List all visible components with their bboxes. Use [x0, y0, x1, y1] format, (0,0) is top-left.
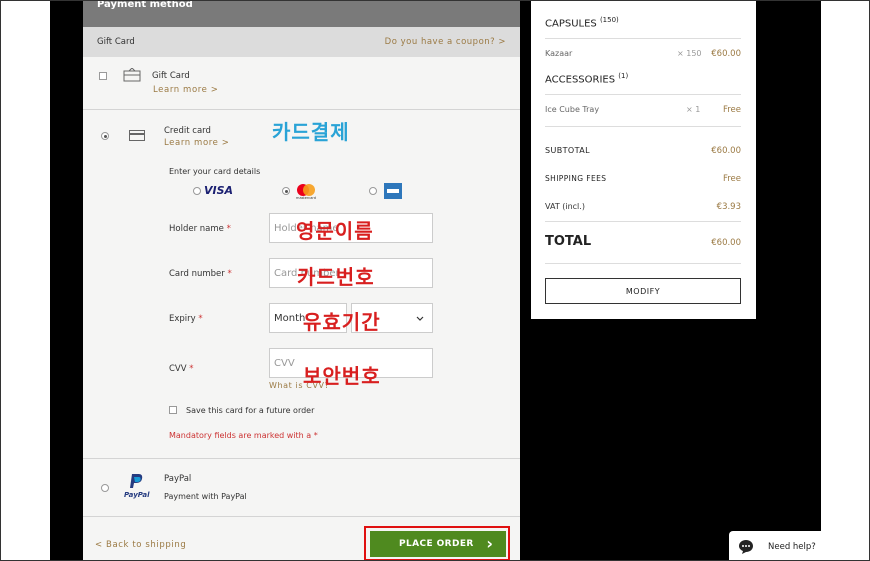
- payment-method-title: Payment method: [83, 1, 520, 27]
- divider: [545, 126, 741, 127]
- accessory-item-name: Ice Cube Tray: [545, 105, 600, 114]
- divider: [545, 221, 741, 222]
- vat-value: €3.93: [716, 202, 741, 212]
- card-number-label: Card number *: [169, 269, 232, 279]
- annotation-card-number: 카드번호: [297, 265, 375, 289]
- gift-card-learn-more[interactable]: Learn more >: [153, 85, 219, 95]
- gift-card-header: Gift Card Do you have a coupon? >: [83, 27, 520, 57]
- mandatory-note: Mandatory fields are marked with a *: [169, 431, 318, 440]
- mastercard-logo: mastercard: [296, 184, 316, 200]
- capsule-item-price: €60.00: [711, 49, 741, 59]
- card-details-heading: Enter your card details: [169, 167, 261, 176]
- coupon-link[interactable]: Do you have a coupon? >: [385, 37, 506, 47]
- visa-logo: VISA: [204, 184, 234, 197]
- chat-bubble-icon: [739, 540, 753, 554]
- annotation-english-name: 영문이름: [296, 219, 374, 243]
- divider: [83, 458, 520, 459]
- divider: [83, 516, 520, 517]
- place-order-highlight: [364, 526, 510, 560]
- capsule-item-name: Kazaar: [545, 49, 573, 58]
- modify-button[interactable]: MODIFY: [545, 278, 741, 304]
- paypal-radio[interactable]: [101, 484, 109, 492]
- amex-radio[interactable]: [369, 187, 377, 195]
- vat-label: VAT (incl.): [545, 202, 585, 211]
- shipping-value: Free: [722, 174, 741, 184]
- accessory-item-price: Free: [722, 105, 741, 115]
- visa-radio[interactable]: [193, 187, 201, 195]
- credit-card-label: Credit card: [164, 126, 211, 136]
- save-card-checkbox[interactable]: [169, 406, 177, 414]
- subtotal-label: SUBTOTAL: [545, 146, 591, 155]
- annotation-expiry: 유효기간: [303, 310, 381, 334]
- back-to-shipping-link[interactable]: < Back to shipping: [95, 540, 186, 550]
- holder-name-label: Holder name *: [169, 224, 231, 234]
- need-help-widget[interactable]: Need help?: [729, 531, 821, 560]
- credit-card-learn-more[interactable]: Learn more >: [164, 138, 230, 148]
- divider: [545, 94, 741, 95]
- paypal-sublabel: Payment with PayPal: [164, 492, 247, 501]
- expiry-label: Expiry *: [169, 314, 203, 324]
- paypal-label: PayPal: [164, 474, 192, 484]
- mastercard-logo-text: mastercard: [296, 196, 316, 200]
- gift-card-header-label: Gift Card: [97, 37, 135, 47]
- total-value: €60.00: [711, 238, 741, 248]
- chevron-down-icon: [416, 316, 424, 321]
- annotation-card-payment: 카드결제: [272, 120, 350, 144]
- gift-card-icon: [123, 68, 141, 82]
- divider: [83, 109, 520, 110]
- mastercard-radio[interactable]: [282, 187, 290, 195]
- paypal-icon: [130, 474, 143, 488]
- shipping-label: SHIPPING FEES: [545, 174, 607, 183]
- modify-label: MODIFY: [625, 287, 661, 296]
- gift-card-checkbox[interactable]: [99, 72, 107, 80]
- gift-card-label: Gift Card: [152, 71, 190, 81]
- subtotal-value: €60.00: [711, 146, 741, 156]
- divider: [545, 263, 741, 264]
- cvv-label: CVV *: [169, 364, 194, 374]
- save-card-label: Save this card for a future order: [186, 406, 315, 415]
- total-label: TOTAL: [545, 234, 592, 249]
- credit-card-icon: [129, 130, 145, 141]
- accessory-item-qty: × 1: [686, 105, 701, 114]
- paypal-logo-text: PayPal: [124, 491, 150, 499]
- accessories-heading: ACCESSORIES (1): [545, 72, 629, 86]
- capsule-item-qty: × 150: [677, 49, 702, 58]
- screenshot-frame: Payment method Gift Card Do you have a c…: [0, 0, 870, 561]
- credit-card-radio[interactable]: [101, 132, 109, 140]
- need-help-label: Need help?: [768, 542, 816, 552]
- capsules-heading: CAPSULES (150): [545, 16, 619, 30]
- divider: [545, 38, 741, 39]
- annotation-security-code: 보안번호: [303, 364, 381, 388]
- amex-logo: [384, 183, 402, 199]
